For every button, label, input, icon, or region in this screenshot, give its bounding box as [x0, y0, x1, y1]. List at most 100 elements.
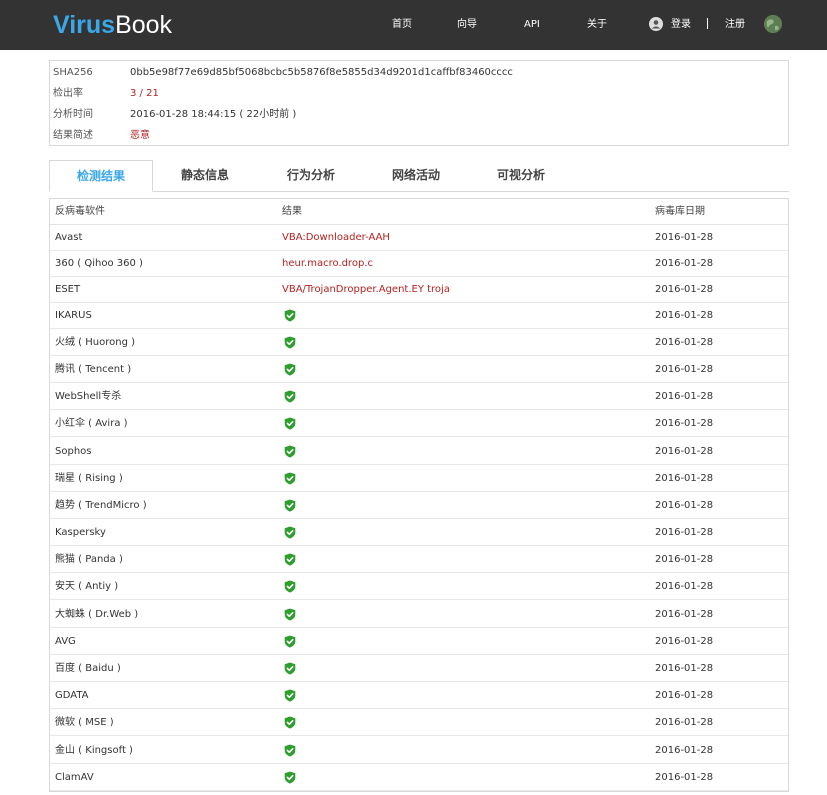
clean-shield-icon: [284, 526, 296, 539]
tab-network-activity[interactable]: 网络活动: [364, 160, 468, 191]
database-date: 2016-01-28: [655, 473, 714, 484]
analysis-time-value: 2016-01-28 18:44:15 ( 22小时前 ): [130, 109, 297, 120]
table-row: 百度 ( Baidu ) 2016-01-28: [50, 655, 788, 682]
avatar[interactable]: [764, 15, 782, 33]
clean-shield-icon: [284, 390, 296, 403]
clean-shield-icon: [284, 635, 296, 648]
table-row: Sophos 2016-01-28: [50, 438, 788, 465]
clean-shield-icon: [284, 499, 296, 512]
engine-name: ClamAV: [55, 772, 94, 783]
database-date: 2016-01-28: [655, 364, 714, 375]
engine-name: 趋势 ( TrendMicro ): [55, 500, 147, 511]
table-row: GDATA 2016-01-28: [50, 682, 788, 709]
database-date: 2016-01-28: [655, 581, 714, 592]
user-icon: [649, 17, 663, 31]
clean-shield-icon: [284, 363, 296, 376]
engine-name: ESET: [55, 284, 81, 295]
nav-guide[interactable]: 向导: [457, 18, 477, 32]
summary-value: 恶意: [130, 130, 150, 141]
table-row: AVG 2016-01-28: [50, 628, 788, 655]
result-tabs: 检测结果 静态信息 行为分析 网络活动 可视分析: [49, 160, 789, 192]
clean-shield-icon: [284, 771, 296, 784]
table-row: ClamAV 2016-01-28: [50, 764, 788, 791]
database-date: 2016-01-28: [655, 500, 714, 511]
table-header: 反病毒软件 结果 病毒库日期: [50, 199, 788, 225]
table-row: 小红伞 ( Avira ) 2016-01-28: [50, 410, 788, 437]
engine-name: 瑞星 ( Rising ): [55, 473, 123, 484]
engine-name: 大蜘蛛 ( Dr.Web ): [55, 609, 139, 620]
info-label: 分析时间: [53, 109, 93, 120]
clean-shield-icon: [284, 580, 296, 593]
engine-name: 熊猫 ( Panda ): [55, 554, 123, 565]
clean-shield-icon: [284, 445, 296, 458]
clean-shield-icon: [284, 689, 296, 702]
table-row: IKARUS 2016-01-28: [50, 302, 788, 329]
detection-result: VBA/TrojanDropper.Agent.EY troja: [282, 284, 450, 295]
engine-name: 火绒 ( Huorong ): [55, 337, 136, 348]
info-label: 结果简述: [53, 130, 93, 141]
top-navbar: VirusBook 首页 向导 API 关于 登录 注册: [0, 0, 827, 50]
nav-home[interactable]: 首页: [392, 18, 412, 32]
database-date: 2016-01-28: [655, 609, 714, 620]
file-info-panel: SHA256 0bb5e98f77e69d85bf5068bcbc5b5876f…: [49, 60, 789, 146]
logo-part-virus: Virus: [53, 11, 116, 39]
database-date: 2016-01-28: [655, 717, 714, 728]
table-row: 趋势 ( TrendMicro ) 2016-01-28: [50, 492, 788, 519]
database-date: 2016-01-28: [655, 310, 714, 321]
table-row: Avast VBA:Downloader-AAH 2016-01-28: [50, 224, 788, 251]
engine-name: 小红伞 ( Avira ): [55, 418, 128, 429]
engine-name: 微软 ( MSE ): [55, 717, 114, 728]
engine-name: WebShell专杀: [55, 391, 122, 402]
table-row: ESET VBA/TrojanDropper.Agent.EY troja 2016…: [50, 276, 788, 303]
tab-static-info[interactable]: 静态信息: [153, 160, 257, 191]
tab-visual-analysis[interactable]: 可视分析: [469, 160, 573, 191]
table-row: 微软 ( MSE ) 2016-01-28: [50, 709, 788, 736]
table-row: 腾讯 ( Tencent ) 2016-01-28: [50, 356, 788, 383]
clean-shield-icon: [284, 417, 296, 430]
clean-shield-icon: [284, 662, 296, 675]
database-date: 2016-01-28: [655, 258, 714, 269]
nav-api[interactable]: API: [524, 18, 540, 32]
clean-shield-icon: [284, 744, 296, 757]
tab-behavior-analysis[interactable]: 行为分析: [259, 160, 363, 191]
detection-rate-value: 3 / 21: [130, 88, 159, 99]
col-header-result: 结果: [282, 206, 302, 217]
database-date: 2016-01-28: [655, 232, 714, 243]
table-row: 瑞星 ( Rising ) 2016-01-28: [50, 465, 788, 492]
engine-name: 安天 ( Antiy ): [55, 581, 119, 592]
logo-part-book: Book: [115, 11, 173, 39]
col-header-date: 病毒库日期: [655, 206, 705, 217]
engine-name: 金山 ( Kingsoft ): [55, 745, 133, 756]
tab-detection-results[interactable]: 检测结果: [49, 160, 153, 192]
clean-shield-icon: [284, 608, 296, 621]
database-date: 2016-01-28: [655, 337, 714, 348]
sha256-value: 0bb5e98f77e69d85bf5068bcbc5b5876f8e5855d…: [130, 67, 513, 78]
engine-name: Sophos: [55, 446, 92, 457]
globe-icon: [764, 15, 782, 33]
engine-name: AVG: [55, 636, 76, 647]
detection-result: VBA:Downloader-AAH: [282, 232, 390, 243]
database-date: 2016-01-28: [655, 284, 714, 295]
database-date: 2016-01-28: [655, 636, 714, 647]
register-link[interactable]: 注册: [725, 18, 745, 32]
database-date: 2016-01-28: [655, 745, 714, 756]
engine-name: Kaspersky: [55, 527, 106, 538]
engine-name: 腾讯 ( Tencent ): [55, 364, 132, 375]
database-date: 2016-01-28: [655, 690, 714, 701]
clean-shield-icon: [284, 336, 296, 349]
clean-shield-icon: [284, 309, 296, 322]
database-date: 2016-01-28: [655, 554, 714, 565]
detection-result: heur.macro.drop.c: [282, 258, 373, 269]
nav-divider: [707, 18, 708, 29]
engine-name: Avast: [55, 232, 83, 243]
database-date: 2016-01-28: [655, 418, 714, 429]
engine-name: GDATA: [55, 690, 89, 701]
detection-table: 反病毒软件 结果 病毒库日期 Avast VBA:Downloader-AAH 20…: [49, 198, 789, 792]
database-date: 2016-01-28: [655, 446, 714, 457]
nav-about[interactable]: 关于: [587, 18, 607, 32]
virusbook-logo[interactable]: VirusBook: [53, 9, 172, 41]
table-row: 熊猫 ( Panda ) 2016-01-28: [50, 546, 788, 573]
database-date: 2016-01-28: [655, 772, 714, 783]
engine-name: IKARUS: [55, 310, 92, 321]
login-link[interactable]: 登录: [671, 18, 691, 32]
